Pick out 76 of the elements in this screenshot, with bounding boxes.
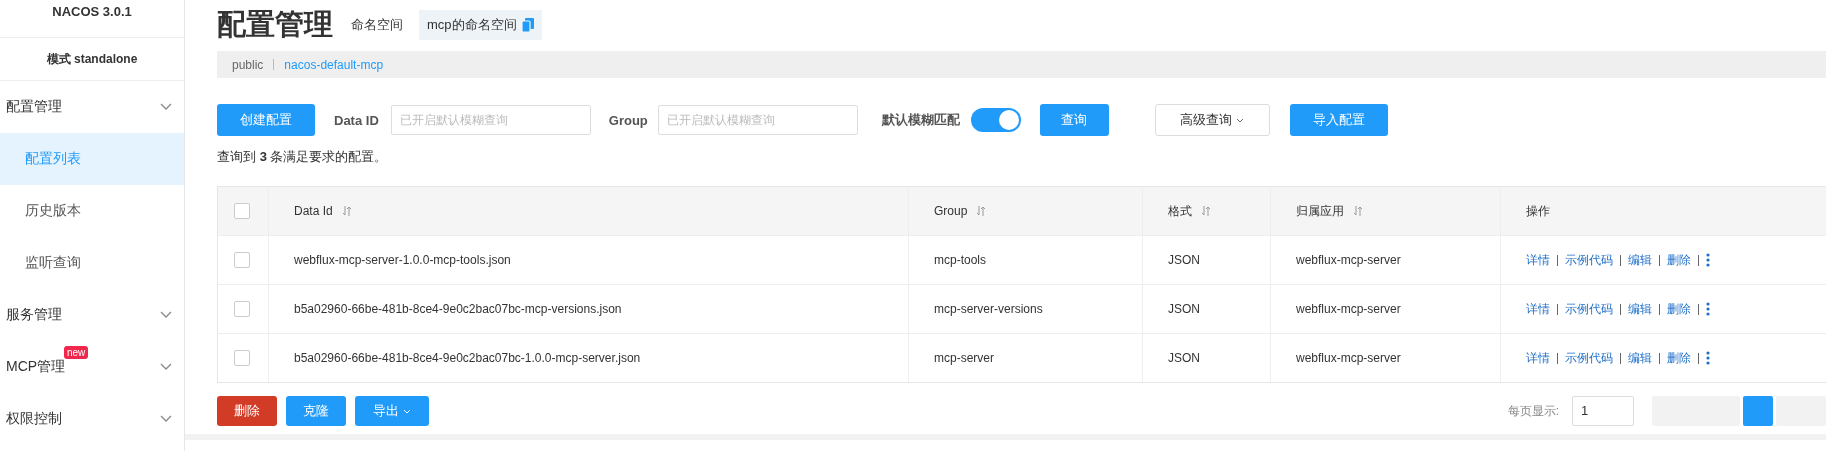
table-cell: b5a02960-66be-481b-8ce4-9e0c2bac07bc-1.0.0-mcp-server.json: [294, 351, 641, 365]
new-badge: new: [64, 346, 89, 359]
more-icon[interactable]: [1706, 253, 1710, 267]
table-cell: webflux-mcp-server: [1296, 302, 1401, 316]
column-header: 归属应用: [1296, 202, 1344, 220]
column-header: 操作: [1526, 202, 1550, 220]
submenu-item[interactable]: 监听查询: [0, 237, 184, 289]
mode-label: 模式 standalone: [0, 38, 184, 81]
fuzzy-match-label: 默认模糊匹配: [881, 111, 960, 129]
action-link[interactable]: 示例代码: [1565, 349, 1613, 367]
table-cell: mcp-server-versions: [934, 302, 1043, 316]
action-link[interactable]: 删除: [1667, 300, 1691, 318]
action-link[interactable]: 详情: [1526, 251, 1550, 269]
table-cell: mcp-tools: [934, 253, 986, 267]
action-link[interactable]: 编辑: [1628, 251, 1652, 269]
select-all-checkbox[interactable]: [234, 203, 250, 219]
chevron-down-icon: [160, 311, 172, 319]
chevron-down-icon: [160, 363, 172, 371]
table-cell: mcp-server: [934, 351, 994, 365]
chevron-down-icon: [160, 415, 172, 423]
page-title: 配置管理: [217, 7, 333, 42]
sort-icon[interactable]: [1202, 206, 1210, 216]
advanced-search-button[interactable]: 高级查询: [1154, 104, 1270, 136]
menu-item[interactable]: 服务管理: [0, 289, 184, 341]
action-link[interactable]: 示例代码: [1565, 300, 1613, 318]
sort-icon[interactable]: [342, 206, 351, 216]
data-id-label: Data ID: [334, 112, 379, 128]
table-cell: b5a02960-66be-481b-8ce4-9e0c2bac07bc-mcp-versions.json: [294, 302, 622, 316]
column-header: 格式: [1168, 202, 1192, 220]
caret-icon: [1236, 117, 1245, 123]
action-link[interactable]: 删除: [1667, 251, 1691, 269]
row-checkbox[interactable]: [234, 350, 250, 366]
namespace-chip: mcp的命名空间: [419, 10, 542, 40]
table-cell: JSON: [1168, 351, 1200, 365]
result-summary: 查询到 3 条满足要求的配置。: [217, 148, 389, 166]
menu-item[interactable]: 权限控制: [0, 393, 184, 445]
export-button[interactable]: 导出: [355, 396, 429, 426]
group-label: Group: [608, 112, 648, 128]
row-checkbox[interactable]: [234, 301, 250, 317]
sort-icon[interactable]: [977, 206, 986, 216]
action-link[interactable]: 详情: [1526, 349, 1550, 367]
column-header: Group: [934, 204, 968, 218]
delete-button[interactable]: 删除: [217, 396, 277, 426]
table-cell: webflux-mcp-server: [1296, 253, 1401, 267]
table-cell: webflux-mcp-server: [1296, 351, 1401, 365]
fuzzy-match-toggle[interactable]: [970, 108, 1021, 132]
search-button[interactable]: 查询: [1039, 104, 1109, 136]
action-link[interactable]: 详情: [1526, 300, 1550, 318]
more-icon[interactable]: [1706, 351, 1710, 365]
copy-icon[interactable]: [521, 18, 534, 32]
create-config-button[interactable]: 创建配置: [217, 104, 315, 136]
page-size-select[interactable]: 1: [1572, 396, 1634, 426]
action-link[interactable]: 编辑: [1628, 349, 1652, 367]
import-config-button[interactable]: 导入配置: [1289, 104, 1388, 136]
menu-item[interactable]: 配置管理: [0, 81, 184, 133]
group-field[interactable]: 已开启默认模糊查询: [657, 105, 858, 135]
sort-icon[interactable]: [1354, 206, 1362, 216]
app-title: NACOS 3.0.1: [0, 0, 184, 38]
clone-button[interactable]: 克隆: [286, 396, 346, 426]
action-link[interactable]: 编辑: [1628, 300, 1652, 318]
submenu-item[interactable]: 历史版本: [0, 185, 184, 237]
more-icon[interactable]: [1706, 302, 1710, 316]
caret-icon: [403, 408, 411, 414]
menu-item[interactable]: MCP管理 new: [0, 341, 184, 393]
row-checkbox[interactable]: [234, 252, 250, 268]
namespace-label: 命名空间: [351, 16, 403, 34]
table-cell: JSON: [1168, 253, 1200, 267]
table-cell: webflux-mcp-server-1.0.0-mcp-tools.json: [294, 253, 511, 267]
table-cell: JSON: [1168, 302, 1200, 316]
action-link[interactable]: 删除: [1667, 349, 1691, 367]
column-header: Data Id: [294, 204, 333, 218]
action-link[interactable]: 示例代码: [1565, 251, 1613, 269]
namespace-link[interactable]: public: [232, 57, 264, 72]
page-size-label: 每页显示:: [1507, 402, 1559, 420]
chevron-down-icon: [160, 103, 172, 111]
data-id-field[interactable]: 已开启默认模糊查询: [390, 105, 591, 135]
